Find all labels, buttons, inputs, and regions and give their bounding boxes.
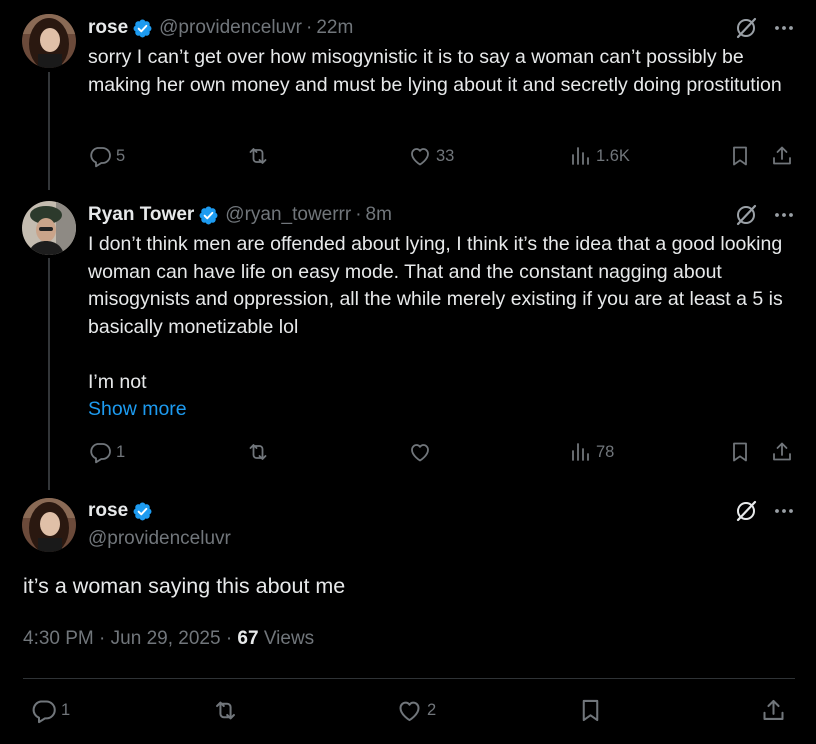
separator: · xyxy=(306,17,313,38)
heart-icon xyxy=(411,444,429,462)
post-time[interactable]: 22m xyxy=(316,17,353,39)
separator: · xyxy=(99,628,106,649)
more-icon[interactable] xyxy=(772,499,796,523)
author-name[interactable]: Ryan Tower xyxy=(88,204,194,226)
post-text: sorry I can’t get over how misogynistic … xyxy=(88,46,782,96)
repost-icon xyxy=(249,148,267,164)
author-handle[interactable]: @providenceluvr xyxy=(88,528,231,550)
reply-button[interactable]: 1 xyxy=(88,440,125,464)
author-handle[interactable]: @ryan_towerrr xyxy=(225,204,351,226)
share-icon xyxy=(773,146,791,165)
post-text: I don’t think men are offended about lyi… xyxy=(88,231,800,424)
share-button[interactable] xyxy=(760,697,787,724)
repost-icon xyxy=(216,701,235,720)
post-time[interactable]: 4:30 PM xyxy=(23,628,94,649)
post-meta: 4:30 PM · Jun 29, 2025 · 67 Views xyxy=(23,628,314,650)
thread-line xyxy=(48,258,50,490)
avatar[interactable] xyxy=(22,498,76,552)
bookmark-button[interactable] xyxy=(728,144,752,168)
share-icon xyxy=(763,699,784,720)
action-bar: 5 33 1.6K xyxy=(88,144,798,172)
verified-badge-icon xyxy=(199,206,218,224)
reply-count: 5 xyxy=(116,146,126,165)
grok-icon[interactable] xyxy=(734,16,758,40)
views-count: 78 xyxy=(596,442,615,461)
reply-count: 1 xyxy=(116,442,126,461)
post-text-paragraph: I’m not xyxy=(88,370,147,393)
repost-button[interactable] xyxy=(246,440,274,464)
top-right-actions xyxy=(734,203,796,227)
reply-count: 1 xyxy=(61,701,71,719)
repost-icon xyxy=(249,444,267,460)
bookmark-button[interactable] xyxy=(577,697,604,724)
grok-icon[interactable] xyxy=(734,203,758,227)
share-icon xyxy=(773,442,791,461)
more-icon[interactable] xyxy=(772,16,796,40)
bookmark-button[interactable] xyxy=(728,440,752,464)
like-count: 2 xyxy=(427,701,437,719)
post-text-paragraph: I don’t think men are offended about lyi… xyxy=(88,233,783,338)
repost-button[interactable] xyxy=(212,697,243,724)
views-label: Views xyxy=(263,628,315,649)
reply-icon xyxy=(32,700,56,724)
like-button[interactable] xyxy=(408,440,436,464)
avatar[interactable] xyxy=(22,14,76,68)
more-icon[interactable] xyxy=(772,203,796,227)
reply-icon xyxy=(90,443,111,464)
post-header: rose xyxy=(88,498,153,524)
like-button[interactable]: 33 xyxy=(408,144,454,168)
bookmark-icon xyxy=(582,699,599,722)
views-count: 1.6K xyxy=(596,146,630,165)
repost-button[interactable] xyxy=(246,144,274,168)
author-handle-row: @providenceluvr xyxy=(88,526,231,552)
thread-line xyxy=(48,72,50,190)
bookmark-icon xyxy=(733,146,747,166)
show-more-link[interactable]: Show more xyxy=(88,396,800,424)
share-button[interactable] xyxy=(770,440,794,464)
heart-icon xyxy=(399,701,420,722)
main-action-bar: 1 2 xyxy=(30,697,790,725)
analytics-icon xyxy=(572,443,589,461)
post-header: Ryan Tower @ryan_towerrr · 8m xyxy=(88,202,392,228)
author-name[interactable]: rose xyxy=(88,500,128,522)
top-right-actions xyxy=(734,16,796,40)
analytics-icon xyxy=(572,147,589,165)
main-post-text: it’s a woman saying this about me xyxy=(23,574,346,598)
action-bar: 1 78 xyxy=(88,440,798,468)
views-button[interactable]: 1.6K xyxy=(568,144,630,168)
divider xyxy=(23,678,795,679)
avatar[interactable] xyxy=(22,201,76,255)
views-count: 67 xyxy=(237,628,259,649)
author-handle[interactable]: @providenceluvr xyxy=(159,17,302,39)
bookmark-icon xyxy=(733,442,747,462)
views-button[interactable]: 78 xyxy=(568,440,614,464)
separator: · xyxy=(225,628,233,649)
like-button[interactable]: 2 xyxy=(396,697,436,724)
heart-icon xyxy=(411,148,429,166)
post-time[interactable]: 8m xyxy=(366,204,392,226)
share-button[interactable] xyxy=(770,144,794,168)
post-date[interactable]: Jun 29, 2025 xyxy=(111,628,221,649)
post-header: rose @providenceluvr · 22m xyxy=(88,15,353,41)
reply-icon xyxy=(90,147,111,168)
like-count: 33 xyxy=(436,146,455,165)
grok-icon[interactable] xyxy=(734,499,758,523)
verified-badge-icon xyxy=(133,19,152,37)
reply-button[interactable]: 5 xyxy=(88,144,125,168)
top-right-actions xyxy=(734,499,796,523)
verified-badge-icon xyxy=(133,502,152,520)
reply-button[interactable]: 1 xyxy=(30,697,70,724)
separator: · xyxy=(355,204,362,225)
author-name[interactable]: rose xyxy=(88,17,128,39)
